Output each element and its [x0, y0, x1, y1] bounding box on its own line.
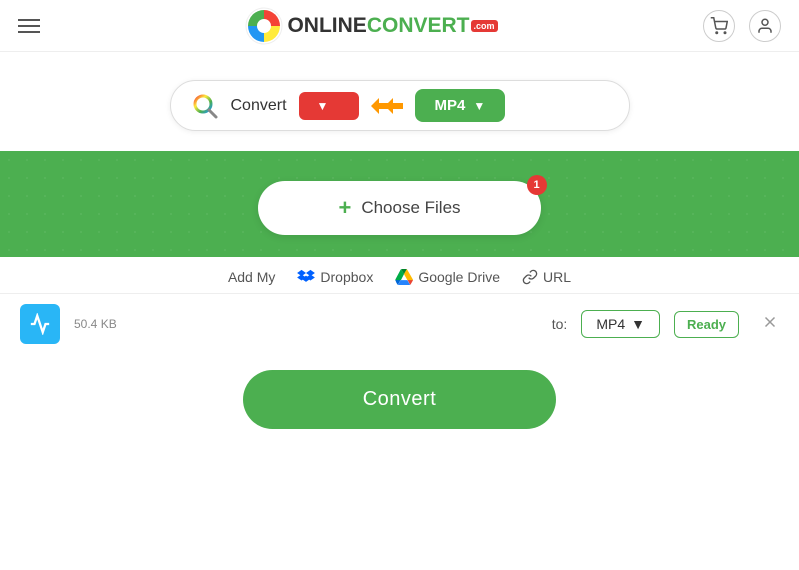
file-size: 50.4 KB [74, 317, 129, 331]
add-my-row: Add My Dropbox Google Drive URL [0, 257, 799, 293]
logo-convert: CONVERT [367, 14, 470, 38]
convert-button[interactable]: Convert [243, 370, 557, 429]
convert-btn-row: Convert [0, 354, 799, 447]
cart-button[interactable] [703, 10, 735, 42]
arrow-icon [371, 96, 403, 116]
logo-icon [245, 7, 283, 45]
chevron-down-icon: ▼ [473, 99, 485, 113]
close-icon [761, 313, 779, 331]
search-bar-container: Convert ▼ MP4 ▼ [0, 52, 799, 151]
google-drive-icon [395, 269, 413, 285]
drop-zone: + Choose Files 1 [0, 151, 799, 257]
chevron-down-icon: ▼ [317, 99, 329, 113]
convert-to-button[interactable]: MP4 ▼ [415, 89, 506, 122]
header-icons [703, 10, 781, 42]
delete-file-button[interactable] [761, 313, 779, 336]
logo-com: .com [471, 20, 498, 32]
url-icon [522, 269, 538, 285]
cart-icon [710, 17, 728, 35]
google-drive-button[interactable]: Google Drive [395, 269, 500, 285]
logo: ONLINE CONVERT .com [245, 7, 497, 45]
chevron-down-icon: ▼ [631, 316, 645, 332]
google-drive-label: Google Drive [418, 269, 500, 285]
url-button[interactable]: URL [522, 269, 571, 285]
add-my-label: Add My [228, 269, 275, 285]
choose-files-button[interactable]: + Choose Files 1 [258, 181, 540, 235]
search-icon [191, 92, 219, 120]
logo-online: ONLINE [287, 14, 366, 38]
to-label: to: [552, 316, 568, 332]
convert-from-button[interactable]: ▼ [299, 92, 359, 120]
url-label: URL [543, 269, 571, 285]
dropbox-label: Dropbox [320, 269, 373, 285]
dropbox-button[interactable]: Dropbox [297, 269, 373, 285]
ready-badge: Ready [674, 311, 739, 338]
search-bar: Convert ▼ MP4 ▼ [170, 80, 630, 131]
file-row: 50.4 KB to: MP4 ▼ Ready [0, 293, 799, 354]
to-format-label: MP4 [435, 97, 466, 114]
dropbox-icon [297, 269, 315, 285]
convert-label: Convert [231, 97, 287, 115]
choose-files-label: Choose Files [361, 198, 460, 218]
file-format-label: MP4 [596, 316, 625, 332]
file-format-button[interactable]: MP4 ▼ [581, 310, 660, 338]
file-count-badge: 1 [527, 175, 547, 195]
plus-icon: + [338, 195, 351, 221]
user-button[interactable] [749, 10, 781, 42]
file-thumbnail [20, 304, 60, 344]
arrows-icon [371, 96, 403, 116]
file-icon [29, 313, 51, 335]
user-icon [756, 17, 774, 35]
menu-button[interactable] [18, 19, 40, 33]
search-icon-wrap [191, 92, 219, 120]
header: ONLINE CONVERT .com [0, 0, 799, 52]
